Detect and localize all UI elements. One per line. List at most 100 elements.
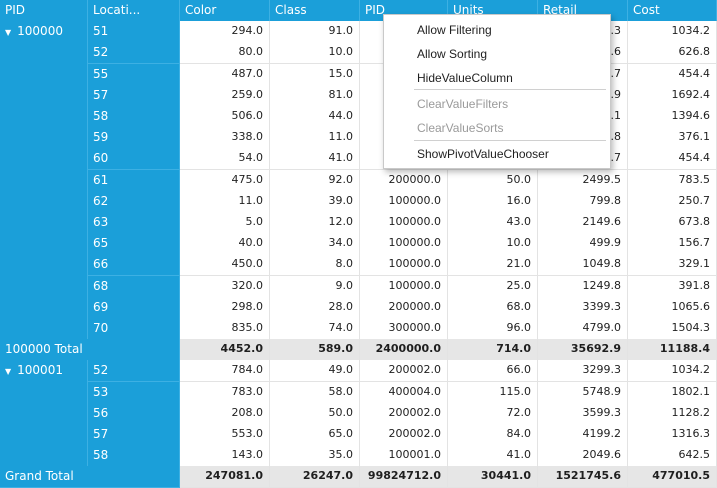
column-header[interactable]: Locati... (88, 0, 180, 22)
value-cell: 1034.2 (628, 360, 717, 382)
total-cell: 11188.4 (628, 339, 717, 361)
grand-total-cell: 99824712.0 (360, 466, 448, 488)
value-cell: 5.0 (180, 212, 270, 234)
value-cell: 66.0 (448, 360, 538, 382)
value-cell: 100000.0 (360, 233, 448, 255)
row-location[interactable]: 55 (88, 64, 180, 86)
value-cell: 92.0 (270, 170, 360, 192)
row-location[interactable]: 65 (88, 233, 180, 255)
row-location[interactable]: 56 (88, 403, 180, 425)
row-location[interactable]: 69 (88, 297, 180, 319)
value-cell: 391.8 (628, 276, 717, 298)
menu-item-clear-value-sorts: ClearValueSorts (417, 121, 504, 135)
value-cell: 376.1 (628, 127, 717, 149)
value-cell: 5748.9 (538, 382, 628, 404)
grand-total-cell: 30441.0 (448, 466, 538, 488)
value-cell: 487.0 (180, 64, 270, 86)
grand-total-cell: 1521745.6 (538, 466, 628, 488)
row-location[interactable]: 52 (88, 42, 180, 64)
value-cell: 16.0 (448, 191, 538, 213)
row-location[interactable]: 57 (88, 85, 180, 107)
value-cell: 58.0 (270, 382, 360, 404)
value-cell: 10.0 (270, 42, 360, 64)
column-header[interactable]: Class (270, 0, 360, 22)
row-location[interactable]: 60 (88, 148, 180, 170)
value-cell: 1034.2 (628, 21, 717, 43)
value-cell: 11.0 (270, 127, 360, 149)
grand-total-cell: 477010.5 (628, 466, 717, 488)
value-cell: 50.0 (448, 170, 538, 192)
value-cell: 1049.8 (538, 254, 628, 276)
value-cell: 1394.6 (628, 106, 717, 128)
value-cell: 1128.2 (628, 403, 717, 425)
expanded-arrow-icon[interactable]: ▼ (5, 28, 11, 37)
value-cell: 799.8 (538, 191, 628, 213)
context-menu: Allow Filtering Allow Sorting HideValueCol… (383, 14, 611, 169)
grand-total-cell: 26247.0 (270, 466, 360, 488)
value-cell: 338.0 (180, 127, 270, 149)
value-cell: 15.0 (270, 64, 360, 86)
value-cell: 450.0 (180, 254, 270, 276)
menu-separator (414, 140, 606, 141)
value-cell: 298.0 (180, 297, 270, 319)
group-total-label: 100000 Total (0, 339, 180, 361)
menu-item-hide-value-column[interactable]: HideValueColumn (417, 71, 513, 85)
row-location[interactable]: 53 (88, 382, 180, 404)
value-cell: 200000.0 (360, 297, 448, 319)
column-header[interactable]: PID (0, 0, 88, 22)
value-cell: 1316.3 (628, 424, 717, 446)
value-cell: 784.0 (180, 360, 270, 382)
row-location[interactable]: 58 (88, 445, 180, 467)
value-cell: 329.1 (628, 254, 717, 276)
value-cell: 454.4 (628, 148, 717, 170)
value-cell: 200002.0 (360, 424, 448, 446)
value-cell: 12.0 (270, 212, 360, 234)
row-location[interactable]: 57 (88, 424, 180, 446)
row-location[interactable]: 62 (88, 191, 180, 213)
row-location[interactable]: 59 (88, 127, 180, 149)
value-cell: 100000.0 (360, 276, 448, 298)
value-cell: 400004.0 (360, 382, 448, 404)
value-cell: 783.0 (180, 382, 270, 404)
value-cell: 506.0 (180, 106, 270, 128)
column-header[interactable]: Cost (628, 0, 717, 22)
value-cell: 499.9 (538, 233, 628, 255)
menu-item-show-pivot-value-chooser[interactable]: ShowPivotValueChooser (417, 147, 549, 161)
row-group-label: 100000 (17, 24, 63, 38)
value-cell: 100001.0 (360, 445, 448, 467)
row-group-label: 100001 (17, 363, 63, 377)
row-group-pid[interactable]: ▼ 100000 (0, 21, 88, 339)
row-location[interactable]: 70 (88, 318, 180, 340)
value-cell: 54.0 (180, 148, 270, 170)
total-cell: 4452.0 (180, 339, 270, 361)
value-cell: 41.0 (448, 445, 538, 467)
value-cell: 553.0 (180, 424, 270, 446)
row-group-pid[interactable]: ▼ 100001 (0, 360, 88, 466)
value-cell: 100000.0 (360, 254, 448, 276)
row-location[interactable]: 51 (88, 21, 180, 43)
row-location[interactable]: 66 (88, 254, 180, 276)
value-cell: 673.8 (628, 212, 717, 234)
value-cell: 300000.0 (360, 318, 448, 340)
value-cell: 4199.2 (538, 424, 628, 446)
menu-item-allow-sorting[interactable]: Allow Sorting (417, 47, 487, 61)
expanded-arrow-icon[interactable]: ▼ (5, 367, 11, 376)
row-location[interactable]: 58 (88, 106, 180, 128)
total-cell: 35692.9 (538, 339, 628, 361)
column-header[interactable]: Color (180, 0, 270, 22)
row-location[interactable]: 63 (88, 212, 180, 234)
value-cell: 156.7 (628, 233, 717, 255)
value-cell: 21.0 (448, 254, 538, 276)
value-cell: 25.0 (448, 276, 538, 298)
menu-item-allow-filtering[interactable]: Allow Filtering (417, 23, 492, 37)
value-cell: 4799.0 (538, 318, 628, 340)
value-cell: 143.0 (180, 445, 270, 467)
value-cell: 28.0 (270, 297, 360, 319)
row-location[interactable]: 68 (88, 276, 180, 298)
value-cell: 91.0 (270, 21, 360, 43)
value-cell: 81.0 (270, 85, 360, 107)
row-location[interactable]: 52 (88, 360, 180, 382)
value-cell: 250.7 (628, 191, 717, 213)
value-cell: 44.0 (270, 106, 360, 128)
row-location[interactable]: 61 (88, 170, 180, 192)
